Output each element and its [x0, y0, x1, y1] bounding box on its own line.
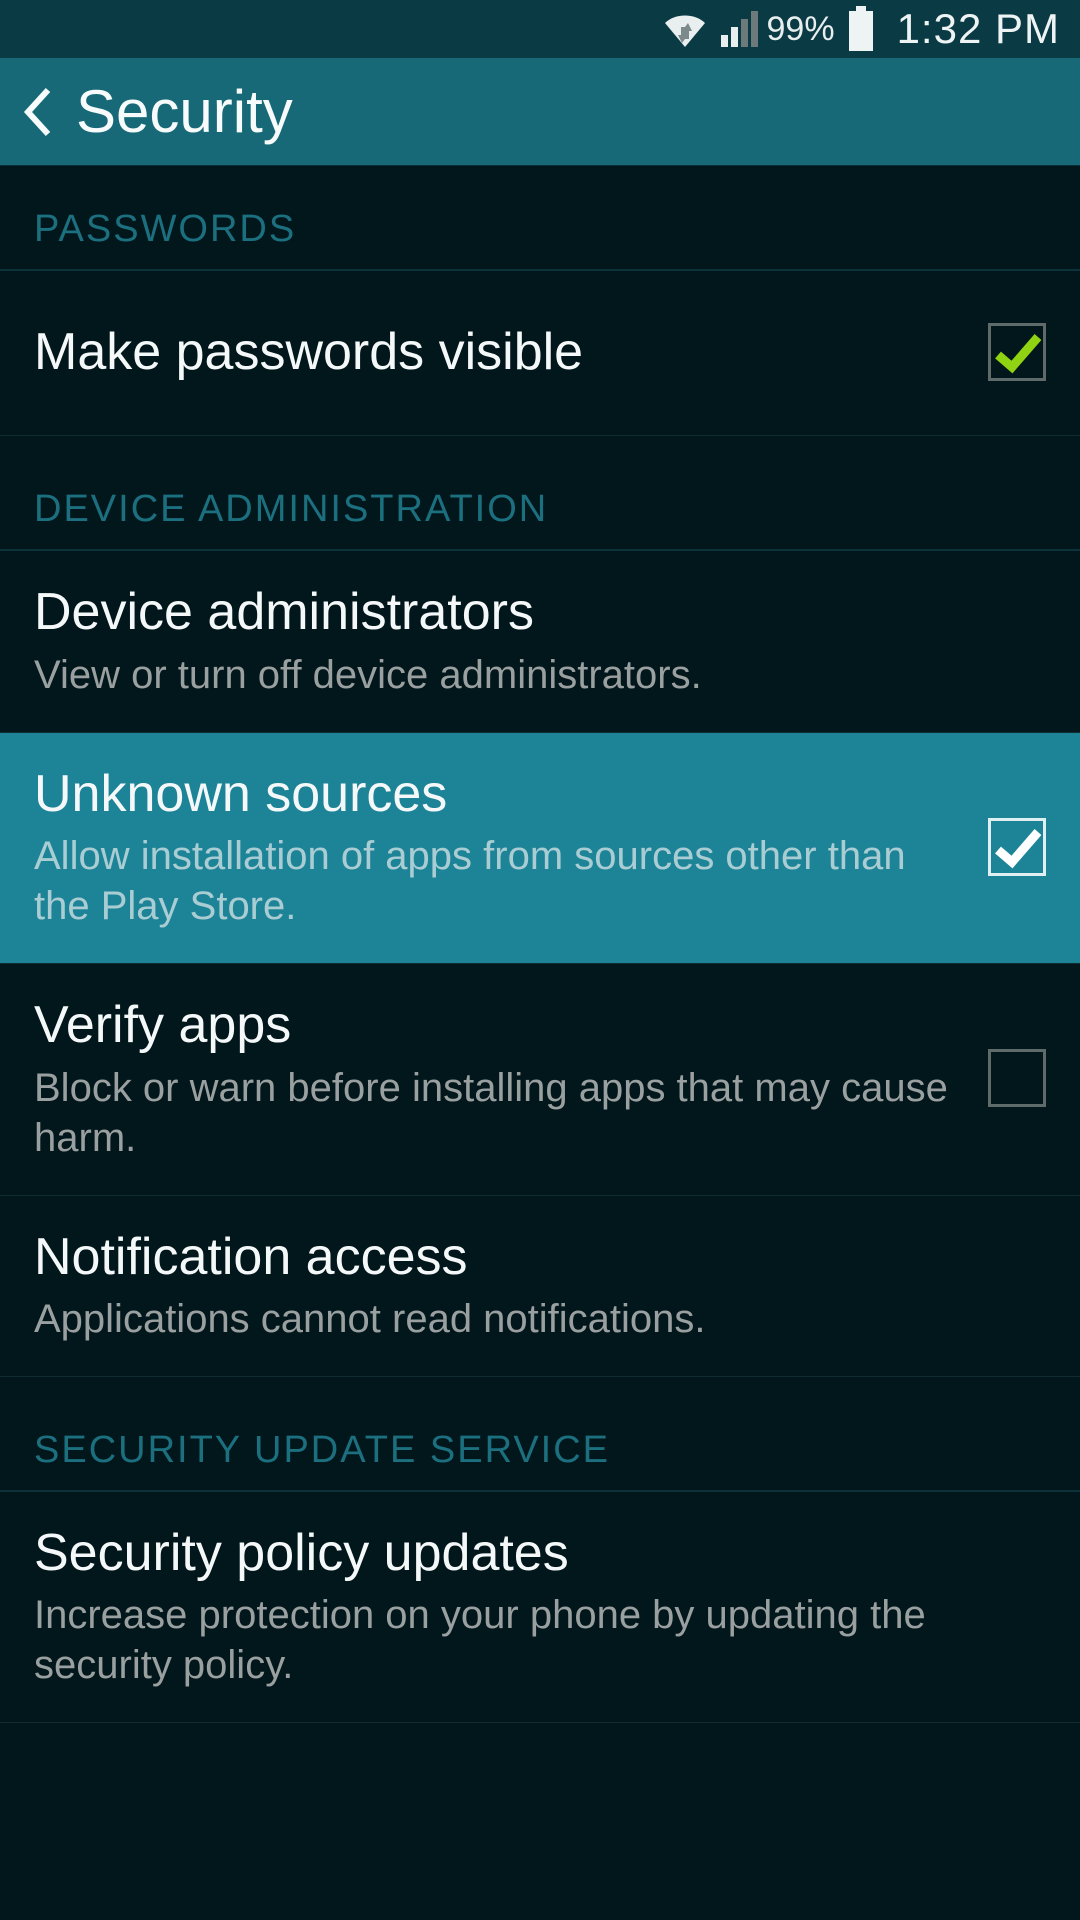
checkbox-make-passwords-visible[interactable] — [988, 323, 1046, 381]
item-title: Device administrators — [34, 581, 1046, 643]
battery-icon — [847, 6, 875, 52]
checkbox-unknown-sources[interactable] — [988, 818, 1046, 876]
title-bar[interactable]: Security — [0, 58, 1080, 166]
section-header-passwords: PASSWORDS — [0, 166, 1080, 271]
section-header-security-update: SECURITY UPDATE SERVICE — [0, 1377, 1080, 1492]
cell-signal-icon — [719, 9, 759, 49]
back-icon[interactable] — [20, 84, 54, 140]
item-title: Unknown sources — [34, 763, 958, 825]
item-security-policy-updates[interactable]: Security policy updates Increase protect… — [0, 1492, 1080, 1723]
item-title: Security policy updates — [34, 1522, 1046, 1584]
battery-percent: 99% — [767, 10, 835, 49]
item-unknown-sources[interactable]: Unknown sources Allow installation of ap… — [0, 733, 1080, 964]
wifi-icon — [663, 9, 707, 49]
checkmark-icon — [992, 327, 1042, 377]
checkmark-icon — [992, 822, 1042, 872]
checkbox-verify-apps[interactable] — [988, 1049, 1046, 1107]
item-subtitle: Increase protection on your phone by upd… — [34, 1590, 1046, 1690]
item-notification-access[interactable]: Notification access Applications cannot … — [0, 1196, 1080, 1377]
clock: 1:32 PM — [897, 5, 1060, 53]
item-subtitle: View or turn off device administrators. — [34, 650, 1046, 700]
item-device-administrators[interactable]: Device administrators View or turn off d… — [0, 551, 1080, 732]
section-header-device-admin: DEVICE ADMINISTRATION — [0, 436, 1080, 551]
status-bar: 99% 1:32 PM — [0, 0, 1080, 58]
item-verify-apps[interactable]: Verify apps Block or warn before install… — [0, 964, 1080, 1195]
item-make-passwords-visible[interactable]: Make passwords visible — [0, 271, 1080, 436]
item-title: Verify apps — [34, 994, 958, 1056]
item-subtitle: Block or warn before installing apps tha… — [34, 1063, 958, 1163]
item-title: Make passwords visible — [34, 321, 958, 383]
item-subtitle: Allow installation of apps from sources … — [34, 831, 958, 931]
item-title: Notification access — [34, 1226, 1046, 1288]
item-subtitle: Applications cannot read notifications. — [34, 1294, 1046, 1344]
page-title: Security — [76, 77, 293, 146]
